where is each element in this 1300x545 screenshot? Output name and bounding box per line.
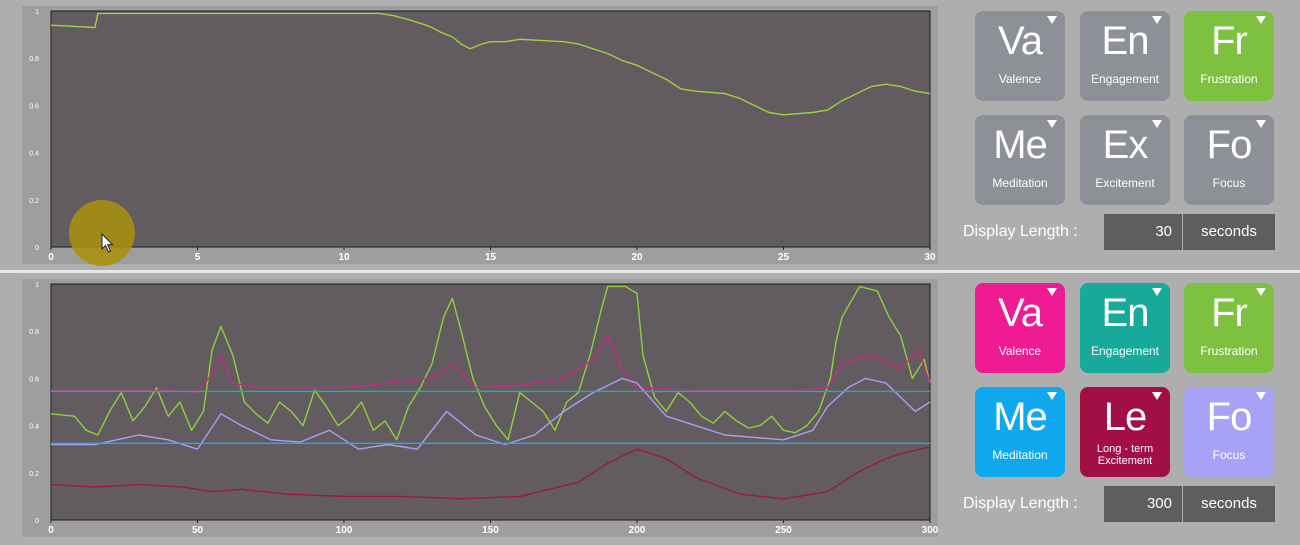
top-chart-y-tick-label: 0.2 xyxy=(29,198,39,205)
top-chart-y-tick-label: 0.8 xyxy=(29,56,39,63)
top-chart-frame: 0 0.2 0.4 0.6 0.8 1 0 5 10 15 20 25 30 xyxy=(22,6,938,264)
display-length-input[interactable] xyxy=(1104,214,1182,250)
bottom-chart-x-tick-label: 0 xyxy=(48,525,54,536)
bottom-chart-frame: 0 0.2 0.4 0.6 0.8 1 0 50 100 150 200 250 300 xyxy=(22,279,938,537)
tile-engagement-bottom[interactable]: En Engagement xyxy=(1080,283,1170,373)
top-chart-plot-area xyxy=(50,10,931,248)
bottom-chart-x-tick-label: 300 xyxy=(922,525,938,536)
top-chart-y-tick-label: 0 xyxy=(35,245,39,252)
bottom-chart-y-tick-label: 0.6 xyxy=(29,376,39,383)
top-chart-x-tick-label: 30 xyxy=(924,252,936,263)
top-chart-x-tick-label: 15 xyxy=(485,252,497,263)
bottom-chart-x-tick-label: 200 xyxy=(629,525,646,536)
top-chart-x-tick-label: 0 xyxy=(48,252,54,263)
top-chart: 00.20.40.60.810 5 10 15 20 25 30 xyxy=(29,9,936,263)
display-length-label: Display Length : xyxy=(963,223,1078,240)
display-length-unit: seconds xyxy=(1183,486,1275,522)
bottom-chart-x-tick-label: 100 xyxy=(336,525,353,536)
bottom-chart-y-tick-label: 0 xyxy=(35,518,39,525)
bottom-chart-plot-area xyxy=(50,283,931,521)
bottom-chart: 0 0.2 0.4 0.6 0.8 1 0 50 100 150 200 250 300 xyxy=(29,282,938,536)
tile-frustration-bottom[interactable]: Fr Frustration xyxy=(1184,283,1274,373)
tile-meditation-top[interactable]: Me Meditation xyxy=(975,115,1065,205)
display-length-label: Display Length : xyxy=(963,495,1078,512)
tile-focus-top[interactable]: Fo Focus xyxy=(1184,115,1274,205)
top-chart-y-tick-label: 0.4 xyxy=(29,151,39,158)
mouse-pointer-icon xyxy=(101,233,114,253)
top-chart-x-tick-label: 5 xyxy=(195,252,201,263)
tile-valence-top[interactable]: Va Valence xyxy=(975,11,1065,101)
top-panel: 0 0.2 0.4 0.6 0.8 1 0 5 10 15 20 25 30 Va Valence En… xyxy=(0,0,1300,270)
display-length-unit: seconds xyxy=(1183,214,1275,250)
tile-excitement-top[interactable]: Ex Excitement xyxy=(1080,115,1170,205)
bottom-chart-x-tick-label: 150 xyxy=(482,525,499,536)
bottom-chart-y-tick-label: 0.4 xyxy=(29,424,39,431)
tile-frustration-top[interactable]: Fr Frustration xyxy=(1184,11,1274,101)
tile-valence-bottom[interactable]: Va Valence xyxy=(975,283,1065,373)
tile-meditation-bottom[interactable]: Me Meditation xyxy=(975,387,1065,477)
top-chart-x-tick-label: 20 xyxy=(631,252,643,263)
top-chart-x-tick-label: 10 xyxy=(338,252,350,263)
bottom-chart-x-tick-label: 50 xyxy=(192,525,204,536)
tile-focus-bottom[interactable]: Fo Focus xyxy=(1184,387,1274,477)
top-chart-x-tick-label: 25 xyxy=(778,252,790,263)
bottom-chart-y-tick-label: 1 xyxy=(35,282,39,289)
bottom-chart-x-tick-label: 250 xyxy=(775,525,792,536)
bottom-chart-y-tick-label: 0.2 xyxy=(29,471,39,478)
bottom-chart-y-tick-label: 0.8 xyxy=(29,329,39,336)
display-length-input[interactable] xyxy=(1104,486,1182,522)
top-chart-y-tick-label: 1 xyxy=(35,9,39,16)
bottom-panel: 0 0.2 0.4 0.6 0.8 1 0 50 100 150 200 250 300 Va Vale… xyxy=(0,273,1300,545)
top-chart-y-tick-label: 0.6 xyxy=(29,103,39,110)
tile-long-term-excitement-bottom[interactable]: Le Long - term Excitement xyxy=(1080,387,1170,477)
tile-engagement-top[interactable]: En Engagement xyxy=(1080,11,1170,101)
